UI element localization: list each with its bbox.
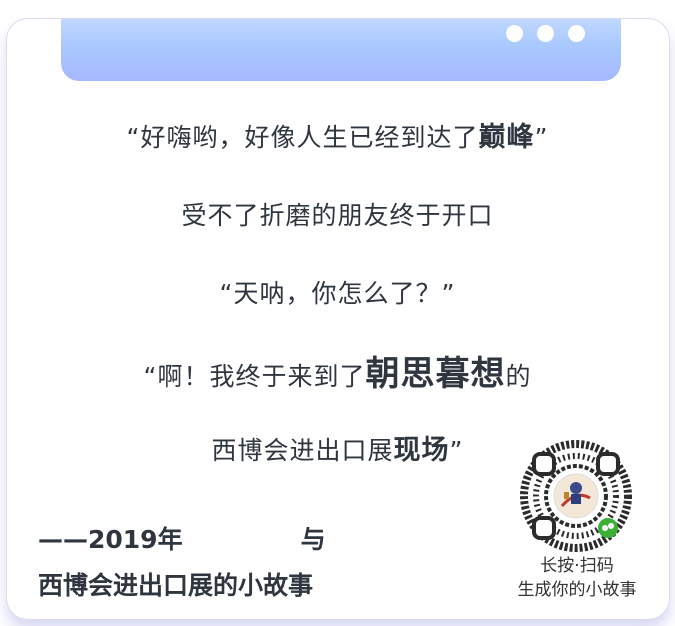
mini-program-qr-code[interactable] <box>520 440 632 552</box>
qr-caption-2: 生成你的小故事 <box>517 580 637 600</box>
dot-icon <box>506 25 523 42</box>
credit-year: ——2019年 <box>38 525 183 554</box>
dot-icon <box>537 25 554 42</box>
qr-caption-1: 长按·扫码 <box>540 556 614 576</box>
story-line-2: 受不了折磨的朋友终于开口 <box>0 196 675 232</box>
story-emphasis: 现场 <box>393 435 450 466</box>
credit-and: 与 <box>300 525 326 554</box>
story-emphasis: 朝思暮想 <box>365 354 506 394</box>
story-text: 西博会进出口展 <box>211 436 394 465</box>
card-header-bar <box>61 19 621 81</box>
credit-line-2: 西博会进出口展的小故事 <box>38 571 314 600</box>
story-text: 受不了折磨的朋友终于开口 <box>181 201 494 230</box>
story-line-4: “啊！我终于来到了朝思暮想的 <box>0 346 675 395</box>
credit-line-1: ——2019年 与 <box>38 520 326 556</box>
story-line-3: “天呐，你怎么了？” <box>0 274 675 310</box>
story-text: 的 <box>505 362 532 391</box>
story-text: “好嗨哟，好像人生已经到达了 <box>126 123 479 152</box>
story-line-1: “好嗨哟，好像人生已经到达了巅峰” <box>0 115 675 154</box>
story-text: “天呐，你怎么了？” <box>219 279 456 308</box>
story-text: ” <box>449 436 464 465</box>
story-text: “啊！我终于来到了 <box>143 362 366 391</box>
dot-icon <box>568 25 585 42</box>
window-dots <box>506 25 585 42</box>
story-emphasis: 巅峰 <box>478 122 535 153</box>
story-text: ” <box>534 123 549 152</box>
